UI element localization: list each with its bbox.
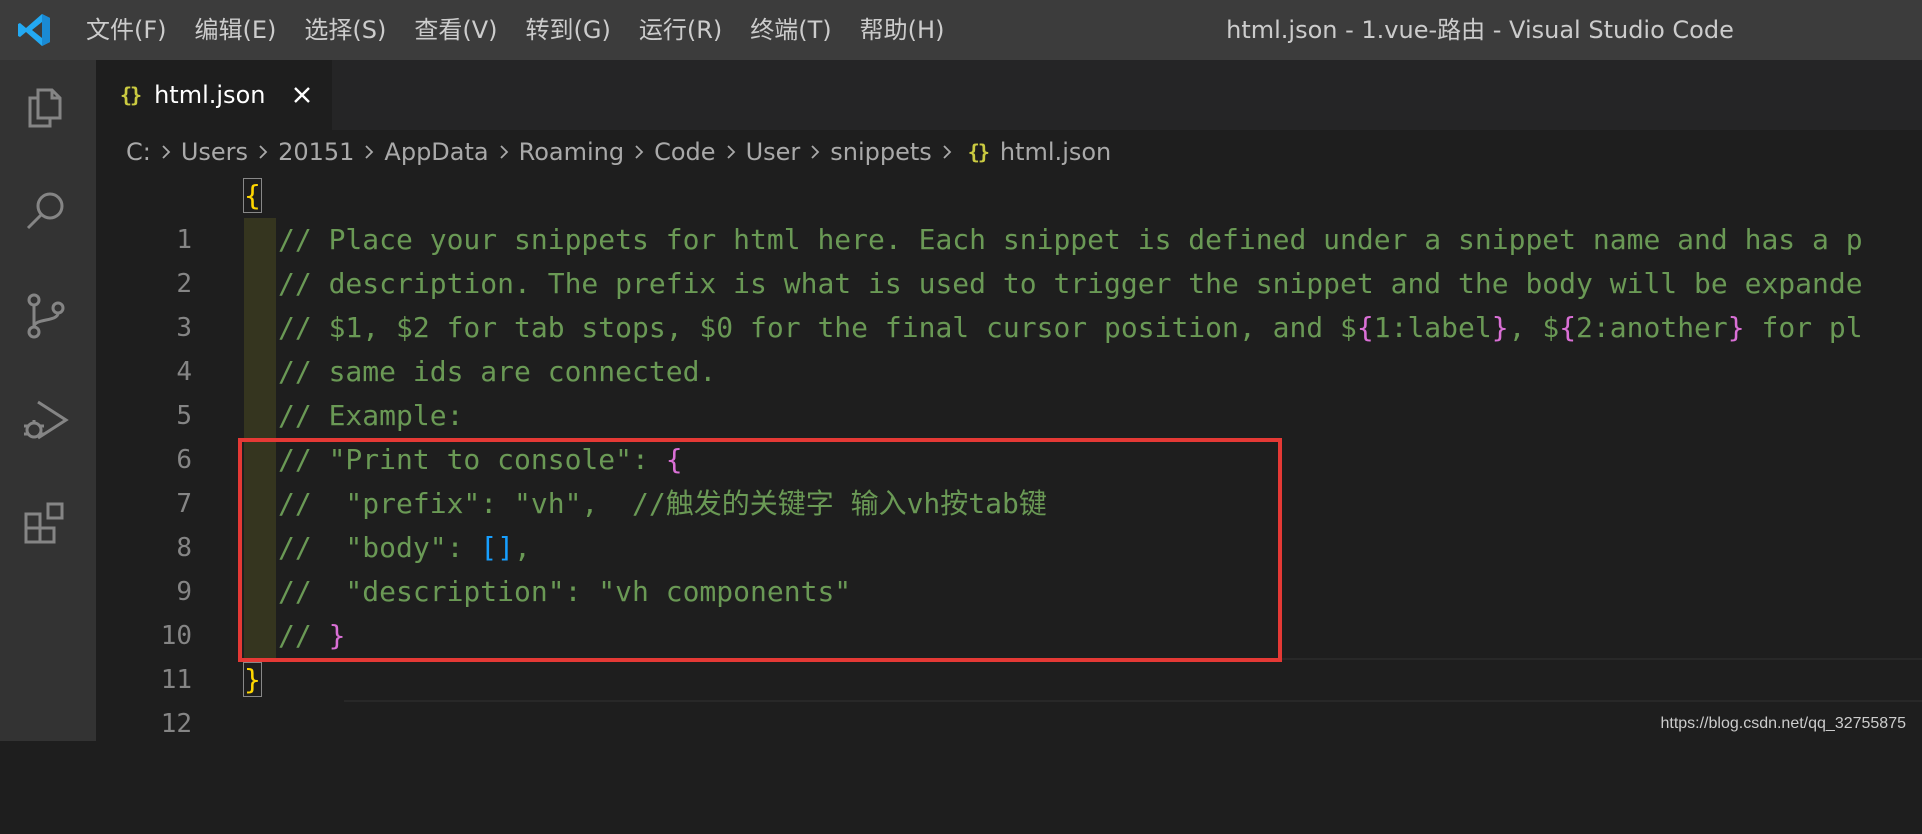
chevron-right-icon — [811, 145, 820, 159]
comment-text: // description. The prefix is what is us… — [278, 267, 1863, 300]
json-file-icon: {} — [967, 140, 990, 164]
chevron-right-icon — [162, 145, 171, 159]
source-control-icon[interactable] — [20, 290, 72, 342]
comment-text: 2:another — [1576, 311, 1728, 344]
breadcrumb-file[interactable]: html.json — [1000, 138, 1111, 166]
watermark: https://blog.csdn.net/qq_32755875 — [1660, 715, 1906, 732]
close-icon[interactable] — [291, 84, 313, 106]
menu-terminal[interactable]: 终端(T) — [736, 0, 845, 60]
comment-text: // $1, $2 for tab stops, $0 for the fina… — [278, 311, 1357, 344]
chevron-right-icon — [259, 145, 268, 159]
annotation-highlight-box — [238, 438, 1282, 662]
bracket: } — [1727, 311, 1745, 344]
menu-edit[interactable]: 编辑(E) — [181, 0, 291, 60]
menu-help[interactable]: 帮助(H) — [846, 0, 959, 60]
chevron-right-icon — [499, 145, 508, 159]
bracket: } — [243, 662, 262, 697]
menu-run[interactable]: 运行(R) — [625, 0, 736, 60]
menu-selection[interactable]: 选择(S) — [290, 0, 400, 60]
explorer-icon[interactable] — [20, 82, 72, 134]
comment-text: // Place your snippets for html here. Ea… — [278, 223, 1863, 256]
menu-file[interactable]: 文件(F) — [72, 0, 181, 60]
breadcrumb: C: Users 20151 AppData Roaming Code User… — [126, 130, 1111, 174]
tab-html-json[interactable]: {} html.json — [96, 60, 332, 130]
window-title: html.json - 1.vue-路由 - Visual Studio Cod… — [1226, 16, 1734, 44]
code-line: 5 // same ids are connected. — [96, 350, 1922, 431]
line-number: 12 — [160, 709, 192, 739]
chevron-right-icon — [365, 145, 374, 159]
breadcrumb-item[interactable]: AppData — [384, 138, 488, 166]
extensions-icon[interactable] — [20, 498, 72, 550]
comment-text: , $ — [1508, 311, 1560, 344]
menu-bar: 文件(F) 编辑(E) 选择(S) 查看(V) 转到(G) 运行(R) 终端(T… — [72, 0, 958, 60]
title-bar: 文件(F) 编辑(E) 选择(S) 查看(V) 转到(G) 运行(R) 终端(T… — [0, 0, 1922, 60]
json-file-icon: {} — [120, 83, 142, 107]
vscode-logo-icon[interactable] — [16, 12, 52, 48]
code-line: 6 // Example: — [96, 394, 1922, 475]
tab-label: html.json — [154, 81, 266, 109]
run-debug-icon[interactable] — [20, 394, 72, 446]
bracket: { — [243, 178, 262, 213]
editor-tab-bar: {} html.json — [96, 60, 1922, 130]
bracket: } — [1491, 311, 1509, 344]
breadcrumb-item[interactable]: C: — [126, 138, 151, 166]
menu-go[interactable]: 转到(G) — [512, 0, 625, 60]
breadcrumb-item[interactable]: Roaming — [519, 138, 624, 166]
breadcrumb-item[interactable]: snippets — [830, 138, 932, 166]
breadcrumb-item[interactable]: Users — [181, 138, 248, 166]
chevron-right-icon — [726, 145, 735, 159]
chevron-right-icon — [943, 145, 952, 159]
code-line: 3 // description. The prefix is what is … — [96, 262, 1922, 343]
breadcrumb-item[interactable]: 20151 — [278, 138, 354, 166]
chevron-right-icon — [635, 145, 644, 159]
comment-text: // Example: — [278, 399, 464, 432]
comment-text: 1:label — [1373, 311, 1492, 344]
bracket: { — [1559, 311, 1577, 344]
code-line: 1 { — [96, 174, 1922, 255]
menu-view[interactable]: 查看(V) — [400, 0, 511, 60]
breadcrumb-item[interactable]: User — [746, 138, 801, 166]
comment-text: // same ids are connected. — [278, 355, 717, 388]
code-line: 12 } — [96, 658, 1922, 739]
bracket: { — [1356, 311, 1374, 344]
code-line: 2 // Place your snippets for html here. … — [96, 218, 1922, 299]
comment-text: for pl — [1744, 311, 1863, 344]
code-line: 4 // $1, $2 for tab stops, $0 for the fi… — [96, 306, 1922, 387]
activity-bar — [0, 60, 96, 741]
breadcrumb-item[interactable]: Code — [654, 138, 715, 166]
search-icon[interactable] — [20, 186, 72, 238]
